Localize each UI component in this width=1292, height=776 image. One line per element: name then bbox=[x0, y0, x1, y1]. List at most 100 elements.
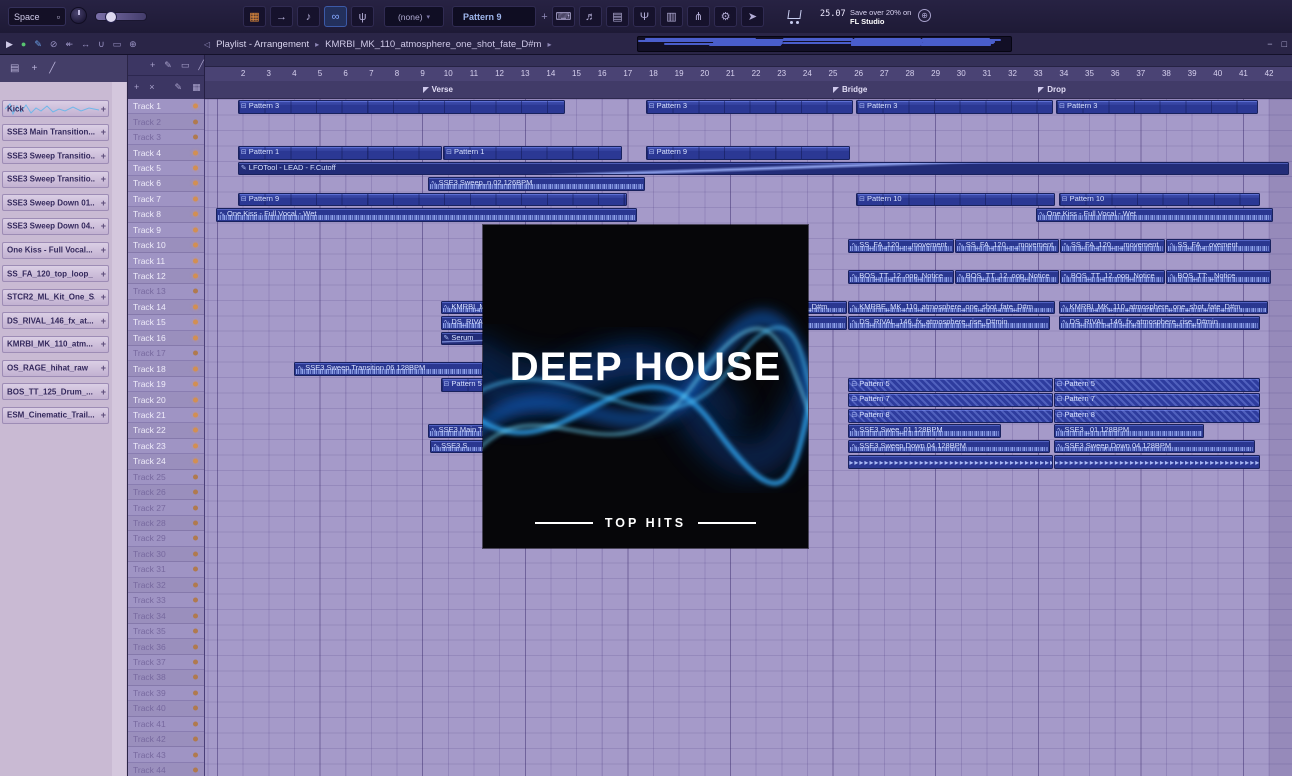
drag-handle-icon[interactable]: + bbox=[101, 339, 106, 349]
track-mute-led[interactable] bbox=[193, 582, 198, 588]
track-row[interactable]: Track 42 bbox=[128, 732, 204, 748]
track-mute-led[interactable] bbox=[193, 659, 198, 665]
track-row[interactable]: Track 26 bbox=[128, 485, 204, 501]
track-name[interactable]: Track 25 bbox=[133, 472, 166, 482]
pattern-selector[interactable]: Pattern 9 bbox=[452, 6, 536, 27]
track-mute-led[interactable] bbox=[193, 397, 198, 403]
track-name[interactable]: Track 28 bbox=[133, 518, 166, 528]
drag-handle-icon[interactable]: + bbox=[101, 269, 106, 279]
track-name[interactable]: Track 9 bbox=[133, 225, 161, 235]
pencil-icon[interactable]: ✎ bbox=[175, 82, 183, 93]
playlist-clip[interactable]: ▸▸▸▸▸▸▸▸▸▸▸▸▸▸▸▸▸▸▸▸▸▸▸▸▸▸▸▸▸▸▸▸▸▸▸▸▸▸▸▸… bbox=[848, 455, 1053, 469]
track-mute-led[interactable] bbox=[193, 551, 198, 557]
metronome-icon[interactable]: Ψ bbox=[633, 6, 656, 27]
playlist-clip[interactable]: ⊟ Pattern 1 bbox=[443, 146, 622, 160]
browser-item[interactable]: OS_RAGE_hihat_raw + bbox=[2, 359, 109, 377]
track-name[interactable]: Track 6 bbox=[133, 178, 161, 188]
track-mute-led[interactable] bbox=[193, 458, 198, 464]
grid-icon[interactable]: ▤ bbox=[606, 6, 629, 27]
playlist-clip[interactable]: ⊟ Pattern 10 bbox=[1058, 192, 1261, 207]
pointer-icon[interactable]: ➤ bbox=[741, 6, 764, 27]
track-name[interactable]: Track 4 bbox=[133, 148, 161, 158]
draw-tool-icon[interactable]: ✎ bbox=[164, 60, 172, 71]
browser-item[interactable]: SSE3 Sweep Transitio... + bbox=[2, 170, 109, 188]
playlist-clip[interactable]: ⊟ Pattern 7 bbox=[848, 393, 1053, 408]
track-name[interactable]: Track 5 bbox=[133, 163, 161, 173]
playlist-clip[interactable]: ∿ One Kiss - Full Vocal - Wet bbox=[216, 207, 638, 222]
drag-handle-icon[interactable]: + bbox=[101, 316, 106, 326]
restore-button[interactable]: □ bbox=[1282, 39, 1287, 49]
drag-handle-icon[interactable]: + bbox=[101, 245, 106, 255]
notes-icon[interactable]: ♬ bbox=[579, 6, 602, 27]
track-row[interactable]: Track 32 bbox=[128, 578, 204, 593]
track-mute-led[interactable] bbox=[193, 180, 198, 186]
playlist-clip[interactable]: ∿ SS_FA_..ovement bbox=[1166, 238, 1271, 253]
drag-handle-icon[interactable]: + bbox=[101, 127, 106, 137]
track-name[interactable]: Track 40 bbox=[133, 703, 166, 713]
track-mute-led[interactable] bbox=[193, 721, 198, 727]
playlist-clip[interactable]: ∿ BOS_TT_12..oop_Notice bbox=[1060, 269, 1166, 284]
timeline-marker[interactable]: Bridge bbox=[833, 85, 867, 94]
track-row[interactable]: Track 41 bbox=[128, 717, 204, 732]
track-row[interactable]: Track 6 bbox=[128, 176, 204, 192]
track-name[interactable]: Track 38 bbox=[133, 672, 166, 682]
track-mute-led[interactable] bbox=[193, 767, 198, 773]
track-name[interactable]: Track 36 bbox=[133, 642, 166, 652]
track-name[interactable]: Track 10 bbox=[133, 240, 166, 250]
cart-icon[interactable] bbox=[788, 10, 801, 24]
track-name[interactable]: Track 21 bbox=[133, 410, 166, 420]
drag-handle-icon[interactable]: + bbox=[101, 292, 106, 302]
playlist-clip[interactable]: ⊟ Pattern 3 bbox=[856, 99, 1053, 114]
playlist-clip[interactable]: ▸▸▸▸▸▸▸▸▸▸▸▸▸▸▸▸▸▸▸▸▸▸▸▸▸▸▸▸▸▸▸▸▸▸▸▸▸▸▸▸… bbox=[1053, 455, 1261, 469]
track-row[interactable]: Track 12 bbox=[128, 269, 204, 285]
track-row[interactable]: Track 22 bbox=[128, 423, 204, 439]
playlist-clip[interactable]: ∿ SSE3 Sweep Down 04 128BPM bbox=[1053, 439, 1256, 454]
pattern-grid-icon[interactable]: ▦ bbox=[243, 6, 266, 27]
track-mute-led[interactable] bbox=[193, 443, 198, 449]
playlist-clip[interactable]: ⊟ Pattern 9 bbox=[645, 146, 850, 160]
note-icon[interactable]: ♪ bbox=[297, 6, 320, 27]
browser-item[interactable]: SS_FA_120_top_loop_ + bbox=[2, 265, 109, 283]
track-row[interactable]: Track 17 bbox=[128, 346, 204, 362]
playlist-clip[interactable]: ⊟ Pattern 9 bbox=[237, 192, 627, 207]
speaker-icon[interactable]: ◁ bbox=[204, 40, 210, 49]
browser-item[interactable]: SSE3 Sweep Down 01... + bbox=[2, 194, 109, 212]
playlist-clip[interactable]: ∿ SS_FA_120_.._movement bbox=[848, 238, 954, 253]
track-mute-led[interactable] bbox=[193, 644, 198, 650]
link-icon[interactable]: ∞ bbox=[324, 6, 347, 27]
minimize-button[interactable]: − bbox=[1267, 39, 1272, 49]
playlist-clip[interactable]: ∿ SSE3 Sweep..n 02 126BPM bbox=[427, 177, 645, 191]
add-pattern-button[interactable]: + bbox=[538, 8, 551, 25]
track-mute-led[interactable] bbox=[193, 258, 198, 264]
track-row[interactable]: Track 27 bbox=[128, 500, 204, 516]
track-name[interactable]: Track 35 bbox=[133, 626, 166, 636]
track-name[interactable]: Track 32 bbox=[133, 580, 166, 590]
playlist-clip[interactable]: ∿ SSE3 _01 128BPM bbox=[1053, 424, 1204, 439]
track-row[interactable]: Track 21 bbox=[128, 408, 204, 424]
track-name[interactable]: Track 18 bbox=[133, 364, 166, 374]
browser-item[interactable]: KMRBI_MK_110_atm... + bbox=[2, 335, 109, 353]
track-name[interactable]: Track 24 bbox=[133, 456, 166, 466]
drag-handle-icon[interactable]: + bbox=[101, 221, 106, 231]
playlist-clip[interactable]: ⊟ Pattern 8 bbox=[848, 408, 1053, 423]
track-row[interactable]: Track 43 bbox=[128, 747, 204, 763]
track-mute-led[interactable] bbox=[193, 613, 198, 619]
track-row[interactable]: Track 7 bbox=[128, 192, 204, 208]
keyboard-icon[interactable]: ⌨ bbox=[552, 6, 575, 27]
slip-icon[interactable]: ⊘ bbox=[50, 39, 58, 50]
track-row[interactable]: Track 10 bbox=[128, 238, 204, 254]
track-row[interactable]: Track 44 bbox=[128, 763, 204, 776]
instrument-selector[interactable]: (none) ▾ bbox=[384, 6, 444, 27]
track-row[interactable]: Track 31 bbox=[128, 562, 204, 578]
track-row[interactable]: Track 11 bbox=[128, 253, 204, 269]
track-name[interactable]: Track 42 bbox=[133, 734, 166, 744]
track-mute-led[interactable] bbox=[193, 288, 198, 294]
menu-icon[interactable]: ▤ bbox=[10, 63, 19, 74]
track-mute-led[interactable] bbox=[193, 366, 198, 372]
track-row[interactable]: Track 35 bbox=[128, 624, 204, 640]
track-mute-led[interactable] bbox=[193, 412, 198, 418]
playlist-clip[interactable]: ∿ SS_FA_120_.._movement bbox=[954, 238, 1059, 253]
track-row[interactable]: Track 8 bbox=[128, 207, 204, 223]
playlist-clip[interactable]: ⊟ Pattern 8 bbox=[1053, 408, 1261, 423]
breadcrumb-file[interactable]: KMRBI_MK_110_atmosphere_one_shot_fate_D#… bbox=[325, 39, 541, 50]
